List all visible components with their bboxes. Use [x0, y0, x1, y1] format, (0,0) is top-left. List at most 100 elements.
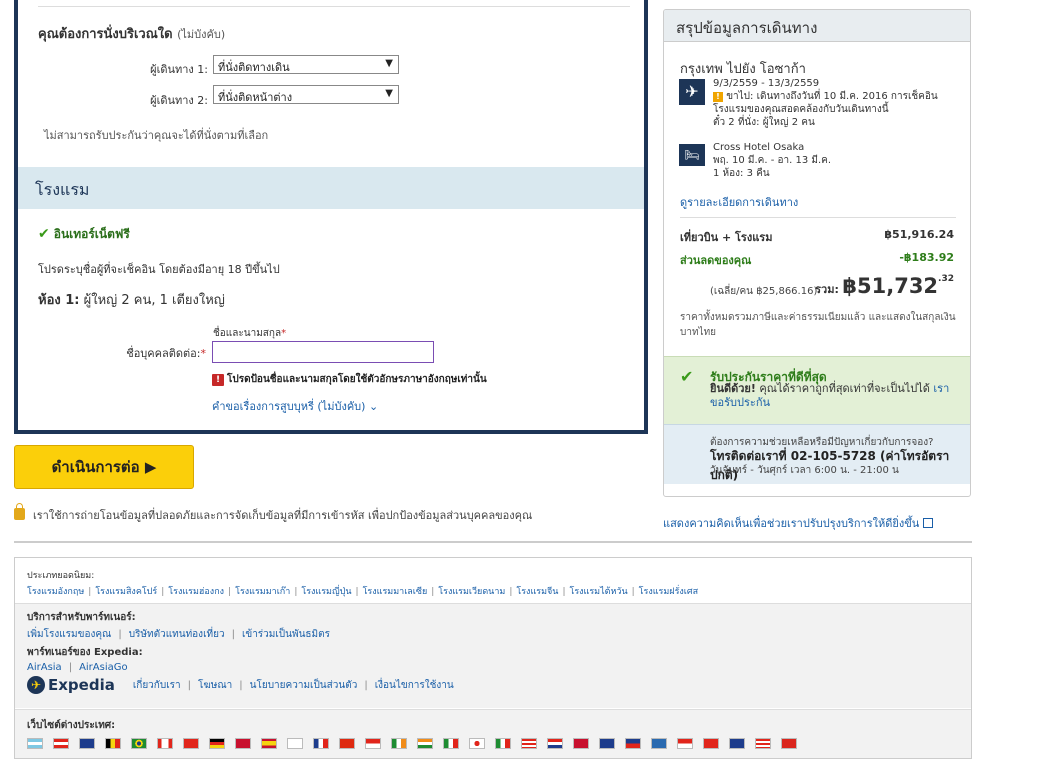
footer-link[interactable]: นโยบายความเป็นส่วนตัว: [250, 680, 358, 691]
passenger-2-label: ผู้เดินทาง 2:: [150, 94, 208, 107]
expedia-logo[interactable]: ✈ Expedia: [27, 676, 115, 694]
summary-title: สรุปข้อมูลการเดินทาง: [664, 10, 970, 42]
footer-link[interactable]: โรงแรมมาเลเซีย: [363, 587, 428, 597]
expedia-row: ✈ Expedia เกี่ยวกับเรา | โฆษณา | นโยบายความเป…: [27, 676, 454, 694]
footer-link[interactable]: บริษัทตัวแทนท่องเที่ยว: [129, 629, 225, 640]
security-text: เราใช้การถ่ายโอนข้อมูลที่ปลอดภัยและการจั…: [33, 509, 533, 522]
trip-summary-panel: สรุปข้อมูลการเดินทาง กรุงเทพ ไปยัง โอซาก…: [663, 9, 971, 497]
price-guarantee-box: ✔ รับประกันราคาที่ดีที่สุด ยินดีด้วย! คุ…: [664, 356, 970, 424]
footer-link[interactable]: โรงแรมอังกฤษ: [27, 587, 84, 597]
flag-malaysia-icon[interactable]: [521, 738, 537, 749]
flag-belgium-icon[interactable]: [105, 738, 121, 749]
footer-link[interactable]: โรงแรมสิงคโปร์: [95, 587, 157, 597]
full-name-label: ชื่อและนามสกุล*: [213, 328, 287, 339]
footer-link[interactable]: โรงแรมไต้หวัน: [569, 587, 627, 597]
flag-denmark-icon[interactable]: [235, 738, 251, 749]
passenger-1-seat-select[interactable]: ที่นั่งติดทางเดิน ▼: [213, 55, 399, 74]
footer-link[interactable]: เงื่อนไขการใช้งาน: [375, 680, 454, 691]
flag-germany-icon[interactable]: [209, 738, 225, 749]
passenger-1-seat-value: ที่นั่งติดทางเดิน: [218, 61, 290, 74]
flag-japan-icon[interactable]: [469, 738, 485, 749]
footer-link[interactable]: เกี่ยวกับเรา: [133, 680, 181, 691]
flag-mexico-icon[interactable]: [495, 738, 511, 749]
flag-sweden-icon[interactable]: [651, 738, 667, 749]
flag-uk-icon[interactable]: [729, 738, 745, 749]
flag-newzealand-icon[interactable]: [599, 738, 615, 749]
hotel-dates: พฤ. 10 มี.ค. - อา. 13 มี.ค.: [713, 155, 832, 166]
flag-austria-icon[interactable]: [53, 738, 69, 749]
room-info: ห้อง 1: ผู้ใหญ่ 2 คน, 1 เตียงใหญ่: [38, 289, 225, 310]
footer-link[interactable]: เพิ่มโรงแรมของคุณ: [27, 629, 111, 640]
flag-france-icon[interactable]: [313, 738, 329, 749]
footer-link[interactable]: โรงแรมจีน: [516, 587, 558, 597]
footer-link[interactable]: AirAsiaGo: [79, 662, 128, 673]
link-separator: |: [509, 587, 513, 597]
flag-vietnam-icon[interactable]: [781, 738, 797, 749]
flag-italy-icon[interactable]: [443, 738, 459, 749]
flag-norway-icon[interactable]: [573, 738, 589, 749]
link-separator: |: [228, 587, 232, 597]
error-icon: !: [212, 374, 224, 386]
flag-canada-icon[interactable]: [157, 738, 173, 749]
footer-link[interactable]: AirAsia: [27, 662, 62, 673]
flag-australia-icon[interactable]: [79, 738, 95, 749]
passenger-1-label: ผู้เดินทาง 1:: [150, 63, 208, 76]
flag-taiwan-icon[interactable]: [703, 738, 719, 749]
total-label: รวม:: [815, 283, 839, 296]
continue-button[interactable]: ดำเนินการต่อ ▶: [14, 445, 194, 489]
flag-switzerland-icon[interactable]: [183, 738, 199, 749]
hotel-rooms: 1 ห้อง: 3 คืน: [713, 168, 770, 179]
link-separator: |: [562, 587, 566, 597]
bed-icon: 🛏: [679, 144, 705, 166]
flag-singapore-icon[interactable]: [677, 738, 693, 749]
flag-ireland-icon[interactable]: [391, 738, 407, 749]
trip-details-link[interactable]: ดูรายละเอียดการเดินทาง: [680, 193, 798, 211]
flag-finland-icon[interactable]: [287, 738, 303, 749]
checkin-note: โปรดระบุชื่อผู้ที่จะเช็คอิน โดยต้องมีอาย…: [38, 263, 280, 276]
flight-warning-2: โรงแรมของคุณสอดคล้องกับวันเดินทางนี้: [713, 104, 889, 115]
contact-person-label: ชื่อบุคคลติดต่อ:*: [126, 347, 206, 360]
flag-netherlands-icon[interactable]: [547, 738, 563, 749]
flag-philippines-icon[interactable]: [625, 738, 641, 749]
security-note: เราใช้การถ่ายโอนข้อมูลที่ปลอดภัยและการจั…: [14, 503, 533, 524]
contact-name-input[interactable]: [212, 341, 434, 363]
external-link-icon: [923, 518, 934, 528]
international-title: เว็บไซต์ต่างประเทศ:: [27, 720, 116, 731]
flag-usa-icon[interactable]: [755, 738, 771, 749]
hotel-name: Cross Hotel Osaka: [713, 142, 805, 153]
room-detail: ผู้ใหญ่ 2 คน, 1 เตียงใหญ่: [83, 293, 225, 308]
link-separator: |: [294, 587, 298, 597]
warning-icon: !: [713, 92, 723, 102]
amenity-label: อินเทอร์เน็ตฟรี: [53, 227, 130, 241]
discount-value: -฿183.92: [899, 251, 954, 264]
partner-links: เพิ่มโรงแรมของคุณ | บริษัทตัวแทนท่องเที่ยว…: [27, 627, 959, 642]
divider: [14, 541, 972, 543]
guarantee-text: ยินดีด้วย! คุณได้ราคาถูกที่สุดเท่าที่จะเ…: [710, 382, 960, 410]
flag-spain-icon[interactable]: [261, 738, 277, 749]
seat-question: คุณต้องการนั่งบริเวณใด (ไม่บังคับ): [38, 23, 225, 44]
footer-link[interactable]: โรงแรมเวียดนาม: [438, 587, 505, 597]
footer-link[interactable]: เข้าร่วมเป็นพันธมิตร: [242, 629, 330, 640]
footer-link[interactable]: โรงแรมฮ่องกง: [168, 587, 224, 597]
dropdown-arrow-icon: ▼: [385, 88, 393, 99]
footer-link[interactable]: โรงแรมฝรั่งเศส: [639, 587, 698, 597]
help-box: ต้องการความช่วยเหลือหรือมีปัญหาเกี่ยวกับ…: [664, 424, 970, 484]
checkmark-icon: ✔: [38, 226, 50, 242]
per-person-price: (เฉลี่ย/คน ฿25,866.16): [710, 286, 818, 297]
error-text: โปรดป้อนชื่อและนามสกุลโดยใช้ตัวอักษรภาษา…: [227, 374, 487, 385]
flag-argentina-icon[interactable]: [27, 738, 43, 749]
flag-brazil-icon[interactable]: [131, 738, 147, 749]
feedback-link[interactable]: แสดงความคิดเห็นเพื่อช่วยเราปรับปรุงบริกา…: [663, 514, 934, 532]
smoking-request-link[interactable]: คำขอเรื่องการสูบบุหรี่ (ไม่บังคับ) ⌄: [212, 397, 378, 415]
footer-link[interactable]: โรงแรมมาเก๊า: [235, 587, 290, 597]
link-separator: |: [231, 629, 235, 640]
feedback-link-text: แสดงความคิดเห็นเพื่อช่วยเราปรับปรุงบริกา…: [663, 517, 920, 530]
flag-indonesia-icon[interactable]: [365, 738, 381, 749]
flag-hongkong-icon[interactable]: [339, 738, 355, 749]
footer-link[interactable]: โฆษณา: [198, 680, 232, 691]
hotel-section-header: โรงแรม: [18, 167, 644, 209]
footer-link[interactable]: โรงแรมญี่ปุ่น: [301, 587, 351, 597]
flight-dates: 9/3/2559 - 13/3/2559: [713, 78, 820, 89]
flag-india-icon[interactable]: [417, 738, 433, 749]
passenger-2-seat-select[interactable]: ที่นั่งติดหน้าต่าง ▼: [213, 85, 399, 104]
